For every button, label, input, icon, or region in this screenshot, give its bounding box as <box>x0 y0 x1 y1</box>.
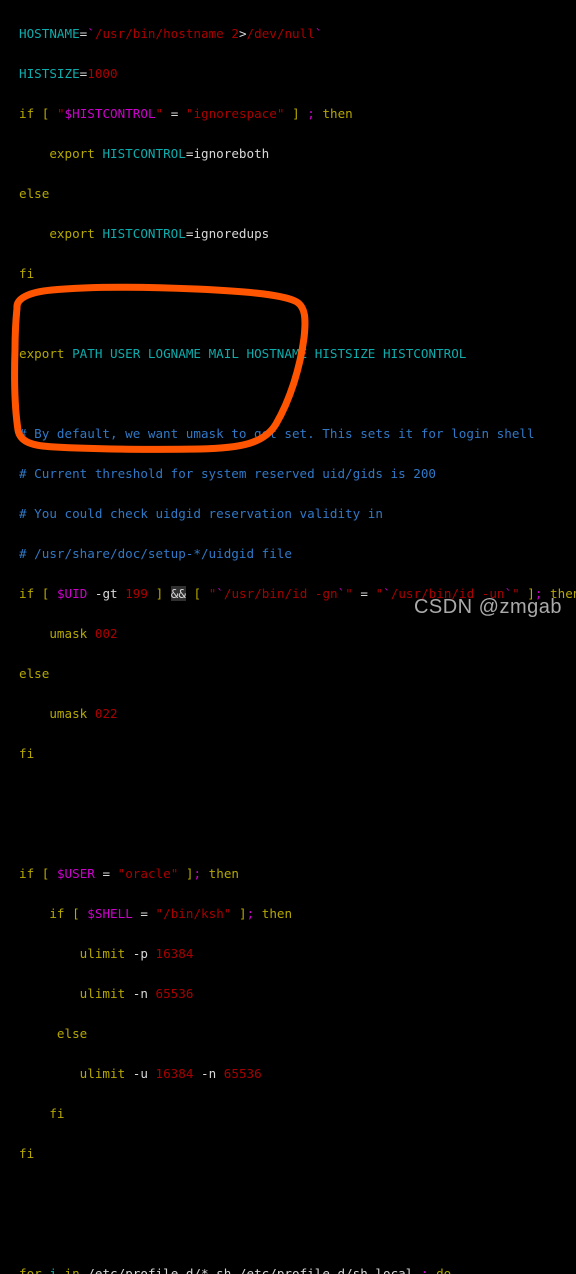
csdn-watermark: CSDN @zmgab <box>413 596 562 618</box>
code-line: fi <box>19 746 35 761</box>
code-line: if [ $USER = "oracle" ]; then <box>19 866 240 881</box>
code-line: # Current threshold for system reserved … <box>19 466 437 481</box>
code-line: else <box>56 1026 88 1041</box>
code-line: fi <box>19 1146 35 1161</box>
code-line: fi <box>49 1106 65 1121</box>
code-viewport[interactable]: HOSTNAME=`/usr/bin/hostname 2>/dev/null`… <box>0 0 576 1274</box>
code-line: # By default, we want umask to get set. … <box>19 426 535 441</box>
code-line: else <box>19 666 50 681</box>
code-line: ulimit -u 16384 -n 65536 <box>79 1066 262 1081</box>
code-line: # You could check uidgid reservation val… <box>19 506 383 521</box>
code-line: umask 002 <box>49 626 118 641</box>
code-line: ulimit -p 16384 <box>79 946 194 961</box>
code-line: else <box>19 186 50 201</box>
code-line: export HISTCONTROL=ignoreboth <box>49 146 270 161</box>
code-line: export HISTCONTROL=ignoredups <box>49 226 270 241</box>
code-line: HISTSIZE=1000 <box>19 66 118 81</box>
code-line: if [ "$HISTCONTROL" = "ignorespace" ] ; … <box>19 106 353 121</box>
terminal-screenshot: { "window": { "kind": "terminal-code-vie… <box>0 0 576 1274</box>
code-line: if [ $SHELL = "/bin/ksh" ]; then <box>49 906 293 921</box>
code-line: # /usr/share/doc/setup-*/uidgid file <box>19 546 292 561</box>
code-line: ulimit -n 65536 <box>79 986 194 1001</box>
code-line: export PATH USER LOGNAME MAIL HOSTNAME H… <box>19 346 467 361</box>
code-line: for i in /etc/profile.d/*.sh /etc/profil… <box>19 1266 452 1274</box>
code-line: umask 022 <box>49 706 118 721</box>
code-line: HOSTNAME=`/usr/bin/hostname 2>/dev/null` <box>19 26 323 41</box>
code-line: fi <box>19 266 35 281</box>
